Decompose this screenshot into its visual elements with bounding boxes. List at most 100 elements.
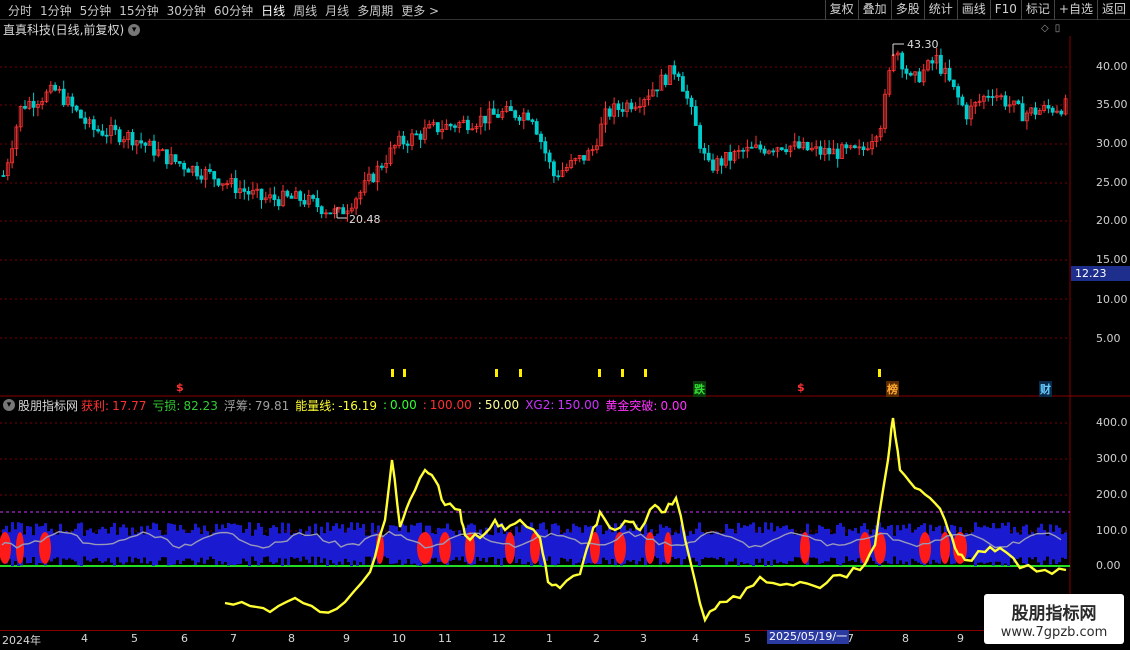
chip-bar [368, 535, 371, 557]
chip-bar [401, 523, 404, 566]
candle-body [143, 142, 148, 146]
chip-bar [86, 530, 89, 561]
candle-body [530, 119, 535, 122]
indicator-name[interactable]: 股朋指标网 [18, 397, 78, 414]
chip-bar [794, 534, 797, 558]
indicator-tick: 400.0 [1096, 416, 1128, 429]
chip-bar [260, 526, 263, 563]
chip-bar [752, 522, 755, 566]
candle-body [100, 130, 105, 136]
candle-body [448, 123, 453, 127]
chip-bar [131, 527, 134, 563]
indicator-title-bar: ▾ 股朋指标网 获利: 17.77 亏损: 82.23 浮筹: 79.81 能量线: -… [3, 397, 693, 413]
chip-bar [194, 523, 197, 566]
candle-body [182, 162, 187, 170]
date-label: 7 [230, 632, 237, 645]
event-marker-ranking[interactable]: 榜 [886, 381, 899, 397]
chip-bar [974, 522, 977, 567]
event-marker-dividend[interactable]: $ [176, 381, 184, 394]
chip-bar [83, 535, 86, 557]
chip-bar [611, 532, 614, 560]
chip-bar [332, 525, 335, 564]
date-label: 11 [438, 632, 452, 645]
candle-body [534, 121, 539, 135]
date-label: 9 [957, 632, 964, 645]
candle-body [1046, 105, 1051, 109]
chart-canvas[interactable] [0, 0, 1130, 650]
date-label: 4 [81, 632, 88, 645]
chip-bar [293, 532, 296, 559]
chip-bar [758, 526, 761, 563]
chip-bar [221, 524, 224, 565]
chevron-down-icon[interactable]: ▾ [3, 399, 15, 411]
watermark-title: 股朋指标网 [1011, 604, 1097, 624]
chip-bar [197, 527, 200, 563]
candle-body [1003, 95, 1008, 107]
chip-bar [1046, 535, 1049, 557]
chip-bar [779, 528, 782, 562]
chip-bar [575, 526, 578, 564]
event-marker-finance[interactable]: 财 [1039, 381, 1052, 397]
date-label: 10 [392, 632, 406, 645]
chip-bar [413, 525, 416, 564]
candle-body [74, 105, 79, 111]
candle-body [53, 84, 57, 91]
date-label: 2024年 [2, 634, 41, 647]
signal-tick [391, 369, 394, 377]
chip-bar [323, 533, 326, 559]
indicator-tick: 100.0 [1096, 524, 1128, 537]
signal-tick [644, 369, 647, 377]
date-label: 5 [131, 632, 138, 645]
chip-bar [932, 531, 935, 560]
price-tick: 40.00 [1096, 60, 1128, 73]
candle-body [207, 169, 212, 172]
date-label: 8 [902, 632, 909, 645]
candle-body [276, 199, 281, 207]
chip-bar [713, 533, 716, 559]
chip-bar [731, 528, 734, 562]
candle-body [655, 89, 659, 92]
candle-body [672, 65, 677, 75]
chip-bar [515, 526, 518, 564]
chip-bar [158, 529, 161, 561]
candle-body [526, 112, 530, 121]
chip-bar [491, 535, 494, 558]
chip-bar [317, 535, 320, 557]
cursor-date-box: 2025/05/19/一 [767, 630, 850, 644]
candle-body [917, 71, 922, 83]
candle-body [341, 207, 346, 215]
candle-body [779, 147, 784, 150]
candle-body [607, 108, 612, 117]
candle-body [152, 140, 156, 156]
date-label: 5 [744, 632, 751, 645]
candle-body [676, 73, 681, 77]
chip-bar [296, 533, 299, 558]
candle-body [616, 103, 621, 110]
line-100-value: :100.00 [422, 398, 472, 412]
candle-body [771, 150, 776, 153]
candle-body [259, 188, 264, 201]
candle-body [212, 171, 217, 180]
candle-body [960, 96, 965, 106]
event-marker-dividend[interactable]: $ [797, 381, 805, 394]
chip-bar [494, 524, 497, 565]
chip-bar [935, 527, 938, 563]
chip-bar [1016, 532, 1019, 559]
candle-body [272, 194, 277, 201]
date-label: 8 [288, 632, 295, 645]
chip-bar [179, 524, 182, 565]
candle-body [233, 178, 238, 194]
chip-bar [725, 524, 728, 565]
chip-bar [257, 523, 260, 566]
candle-body [83, 117, 88, 124]
candle-body [719, 158, 724, 166]
chip-bar [407, 532, 410, 559]
chip-bar [770, 522, 773, 566]
chip-bar [722, 533, 725, 559]
candle-body [702, 147, 707, 154]
chip-bar [626, 530, 629, 561]
chip-bar [905, 528, 908, 562]
event-marker-drop[interactable]: 跌 [693, 381, 706, 397]
chip-bar [302, 535, 305, 557]
chip-bar [212, 532, 215, 559]
